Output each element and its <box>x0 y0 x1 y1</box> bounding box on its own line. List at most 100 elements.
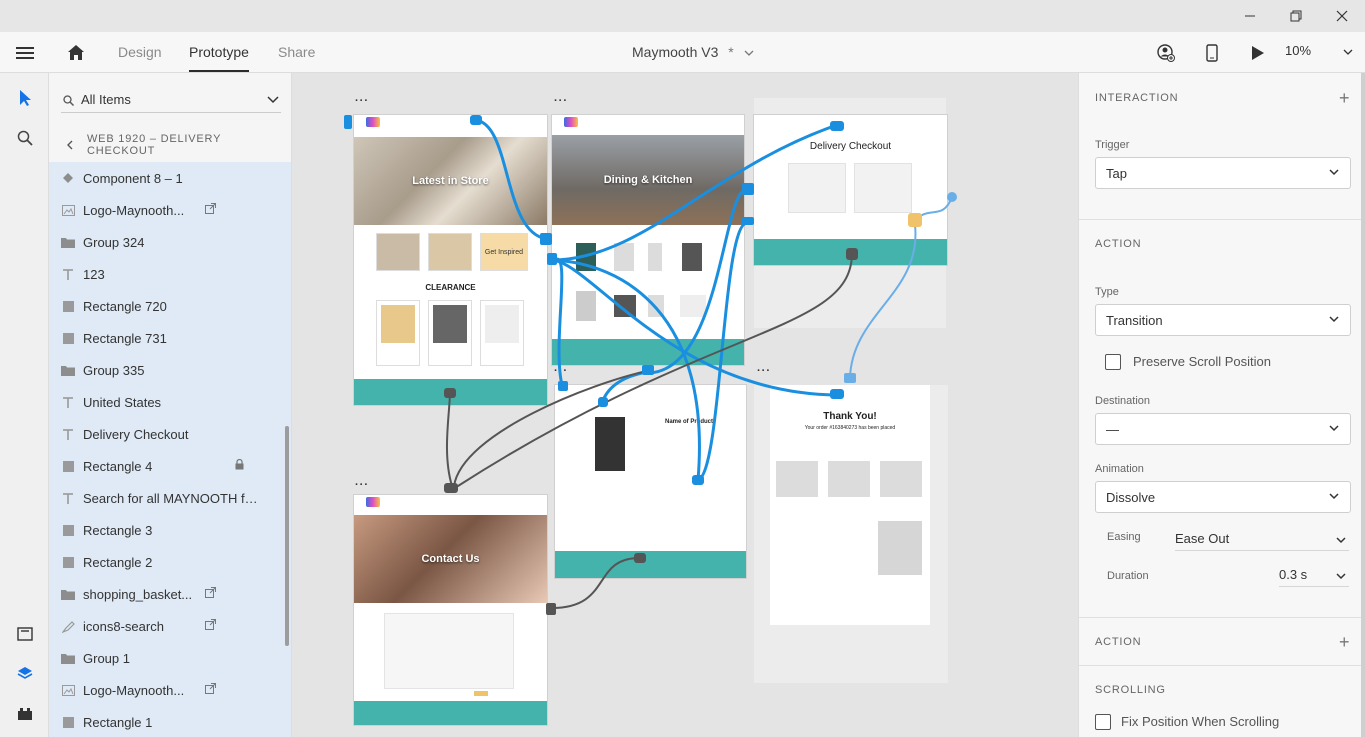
layer-row[interactable]: Logo-Maynooth... <box>49 194 285 226</box>
layer-row[interactable]: icons8-search <box>49 610 285 642</box>
minimize-button[interactable] <box>1227 0 1273 32</box>
artboard-breadcrumb[interactable]: WEB 1920 – DELIVERY CHECKOUT <box>49 129 291 161</box>
destination-dropdown[interactable]: — <box>1095 413 1351 445</box>
duration-dropdown[interactable]: 0.3 s <box>1279 563 1349 587</box>
layer-row[interactable]: Rectangle 720 <box>49 290 285 322</box>
menu-button[interactable] <box>12 32 38 73</box>
layer-row[interactable]: Component 8 – 1 <box>49 162 285 194</box>
plugins-button[interactable] <box>0 699 49 729</box>
trigger-value: Tap <box>1106 165 1127 181</box>
mobile-icon <box>1206 43 1218 62</box>
layer-row[interactable]: Logo-Maynooth... <box>49 674 285 706</box>
tab-design[interactable]: Design <box>118 44 162 60</box>
prototype-wires <box>344 115 957 615</box>
layer-label: Group 335 <box>83 362 145 378</box>
external-link-icon[interactable] <box>205 683 216 697</box>
lock-icon[interactable] <box>235 458 244 473</box>
tab-prototype[interactable]: Prototype <box>189 44 249 72</box>
restore-button[interactable] <box>1273 0 1319 32</box>
trigger-dropdown[interactable]: Tap <box>1095 157 1351 189</box>
zoom-level[interactable]: 10% <box>1285 43 1311 58</box>
layers-button[interactable] <box>0 659 49 689</box>
chevron-down-icon <box>1336 537 1346 544</box>
document-name: Maymooth V3 <box>632 44 719 60</box>
external-link-icon[interactable] <box>205 203 216 217</box>
external-link-icon[interactable] <box>205 619 216 633</box>
chevron-down-icon <box>1336 573 1346 580</box>
wire-back-to-product <box>696 221 749 482</box>
add-action-button[interactable]: + <box>1339 633 1350 651</box>
folder-icon <box>61 235 75 249</box>
restore-icon <box>1290 10 1302 22</box>
layer-row[interactable]: Delivery Checkout <box>49 418 285 450</box>
layer-row[interactable]: Group 324 <box>49 226 285 258</box>
layer-label: United States <box>83 394 162 410</box>
preserve-scroll-checkbox[interactable] <box>1105 354 1121 370</box>
section-divider <box>1079 219 1365 220</box>
layer-label: Rectangle 720 <box>83 298 167 314</box>
tool-rail <box>0 73 49 737</box>
easing-label: Easing <box>1107 531 1141 543</box>
plugin-icon <box>17 708 32 720</box>
zoom-tool-button[interactable] <box>0 123 49 153</box>
chevron-down-icon <box>1329 169 1339 176</box>
layer-label: shopping_basket... <box>83 586 193 602</box>
add-interaction-button[interactable]: + <box>1339 89 1350 107</box>
layer-label: 123 <box>83 266 105 282</box>
folder-icon <box>61 651 75 665</box>
layers-filter-label: All Items <box>81 92 131 107</box>
chevron-down-icon <box>1329 493 1339 500</box>
wire-checkout-to-thanks <box>849 224 917 379</box>
destination-label: Destination <box>1095 395 1151 407</box>
layer-row[interactable]: 123 <box>49 258 285 290</box>
home-button[interactable] <box>64 32 88 73</box>
zoom-chevron-icon[interactable] <box>1343 48 1353 56</box>
layer-row[interactable]: Search for all MAYNOOTH furnit... <box>49 482 285 514</box>
chevron-down-icon <box>744 50 754 56</box>
image-icon <box>61 683 75 697</box>
user-share-button[interactable] <box>1155 32 1177 73</box>
select-tool-button[interactable] <box>0 83 49 113</box>
layer-row[interactable]: Group 1 <box>49 642 285 674</box>
magnifier-icon <box>17 130 33 146</box>
fix-position-checkbox[interactable] <box>1095 714 1111 730</box>
layer-row[interactable]: Rectangle 1 <box>49 706 285 737</box>
properties-scrollbar[interactable] <box>1361 73 1365 737</box>
properties-panel: INTERACTION + Trigger Tap ACTION Type Tr… <box>1078 73 1365 737</box>
layers-panel: All Items WEB 1920 – DELIVERY CHECKOUT C… <box>49 73 292 737</box>
component-icon <box>61 171 75 185</box>
wire-checkout-to-contact <box>457 252 853 487</box>
layer-row[interactable]: Rectangle 2 <box>49 546 285 578</box>
easing-dropdown[interactable]: Ease Out <box>1175 527 1349 551</box>
close-button[interactable] <box>1319 0 1365 32</box>
easing-value: Ease Out <box>1175 531 1230 546</box>
back-chevron-icon[interactable] <box>66 140 73 150</box>
animation-label: Animation <box>1095 463 1144 475</box>
layer-row[interactable]: Rectangle 3 <box>49 514 285 546</box>
wire-product-to-contact-bottom <box>551 557 640 609</box>
wire-dining-to-checkout <box>550 123 839 262</box>
wire-product-back <box>552 257 564 387</box>
device-preview-button[interactable] <box>1202 32 1222 73</box>
layer-row[interactable]: shopping_basket... <box>49 578 285 610</box>
tab-share[interactable]: Share <box>278 44 315 60</box>
breadcrumb-label: WEB 1920 – DELIVERY CHECKOUT <box>87 133 222 157</box>
animation-value: Dissolve <box>1106 489 1156 505</box>
assets-button[interactable] <box>0 619 49 649</box>
animation-dropdown[interactable]: Dissolve <box>1095 481 1351 513</box>
design-canvas[interactable]: ··· Latest in Store Get Inspired CLEARAN… <box>292 73 1078 737</box>
section-divider <box>1079 617 1365 618</box>
layer-row[interactable]: Rectangle 4 <box>49 450 285 482</box>
external-link-icon[interactable] <box>205 587 216 601</box>
layer-row[interactable]: Group 335 <box>49 354 285 386</box>
layer-row[interactable]: United States <box>49 386 285 418</box>
layers-filter-dropdown[interactable]: All Items <box>61 87 281 113</box>
layer-label: Group 324 <box>83 234 145 250</box>
layers-scrollbar[interactable] <box>285 426 289 646</box>
layer-row[interactable]: Rectangle 731 <box>49 322 285 354</box>
action-type-dropdown[interactable]: Transition <box>1095 304 1351 336</box>
chevron-down-icon <box>267 96 279 104</box>
document-title[interactable]: Maymooth V3 * <box>632 44 754 60</box>
layer-label: Rectangle 731 <box>83 330 167 346</box>
play-button[interactable] <box>1248 32 1268 73</box>
